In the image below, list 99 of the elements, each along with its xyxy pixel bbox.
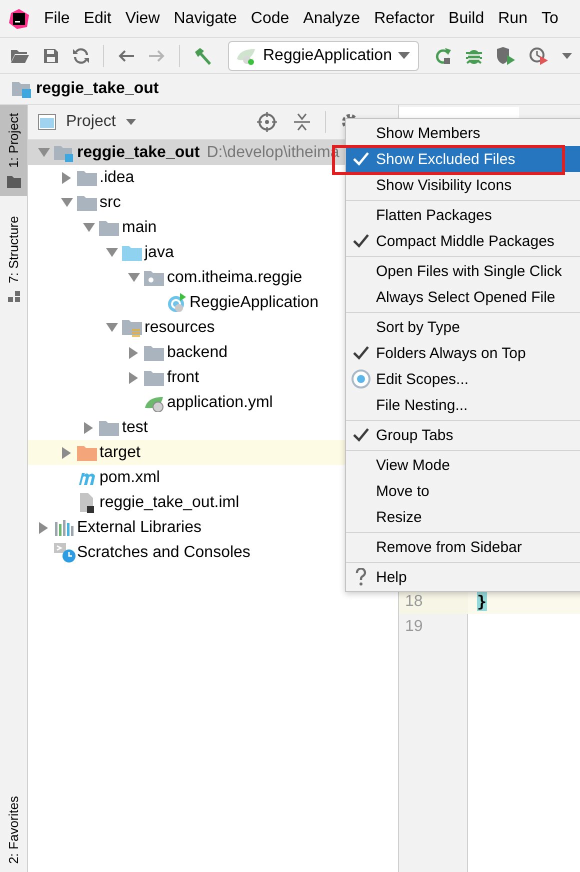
sync-icon[interactable] [72,46,90,64]
class-icon [166,292,186,312]
menu-option[interactable]: Always Select Opened File [346,284,580,310]
expanded-arrow-icon[interactable] [83,222,95,232]
line-number: 19 [405,618,423,636]
tree-item-label: com.itheima.reggie [167,268,302,286]
tree-item-label: .idea [100,168,134,186]
open-folder-icon[interactable] [10,48,30,64]
tool-window-button[interactable]: 2: Favorites [0,788,27,872]
menu-option[interactable]: Show Excluded Files [346,146,580,172]
collapsed-arrow-icon[interactable] [39,522,49,534]
menu-option[interactable]: Folders Always on Top [346,340,580,366]
caret-icon [398,52,410,60]
menu-item[interactable]: View [119,10,168,28]
app-logo-icon[interactable] [9,8,29,28]
menu-option[interactable]: Sort by Type [346,314,580,340]
folder-icon [76,444,96,460]
folder-icon [76,194,96,210]
collapsed-arrow-icon[interactable] [62,172,72,184]
expanded-arrow-icon[interactable] [106,322,118,332]
menu-item[interactable]: Refactor [368,10,443,28]
tree-item-label: External Libraries [77,518,202,536]
run-configuration-dropdown[interactable]: ReggieApplication [228,40,419,70]
menu-option[interactable]: File Nesting... [346,392,580,418]
menu-option[interactable]: Remove from Sidebar [346,534,580,560]
spring-icon [235,46,257,64]
tree-item-label: backend [167,344,228,362]
folder-icon [99,220,119,236]
tree-item-label: src [100,194,121,212]
expanded-arrow-icon[interactable] [106,248,118,258]
menu-option[interactable]: Show Visibility Icons [346,172,580,198]
folder-icon [76,170,96,186]
help-icon [355,568,367,586]
caret-icon[interactable] [126,119,136,125]
tool-window-button[interactable]: 7: Structure [0,208,27,312]
menu-item[interactable]: Code [244,10,298,28]
tree-item-label: ReggieApplication [190,294,318,312]
collapsed-arrow-icon[interactable] [129,346,139,358]
menu-option[interactable]: Flatten Packages [346,202,580,228]
tree-item-label: reggie_take_out [77,144,200,162]
collapsed-arrow-icon[interactable] [129,372,139,384]
code-text: } [477,592,487,611]
folder-icon [144,344,164,360]
save-icon[interactable] [43,48,59,64]
module-folder-icon [12,80,32,98]
tree-item-label: reggie_take_out.iml [100,494,240,512]
caret-icon[interactable] [562,52,572,58]
tree-item-label: Scratches and Consoles [77,544,250,562]
tree-item-label: main [122,218,157,236]
libraries-icon [54,520,74,536]
back-arrow-icon[interactable] [117,48,135,62]
panel-title-dropdown[interactable]: Project [66,113,116,131]
folder-icon [6,176,20,188]
menu-option[interactable]: Edit Scopes... [346,366,580,392]
menu-item[interactable]: Navigate [168,10,245,28]
scratches-icon [54,542,76,562]
crosshair-icon[interactable] [257,112,277,132]
breadcrumb-item[interactable]: reggie_take_out [36,80,159,98]
collapse-all-icon[interactable] [293,113,311,131]
tool-window-button[interactable]: 1: Project [0,105,27,196]
menu-option[interactable]: Help [346,564,580,590]
menu-item[interactable]: To [535,10,566,28]
folder-icon [144,370,164,386]
tree-item-label: target [100,444,140,462]
module-folder-icon [54,144,74,162]
menu-item[interactable]: Edit [78,10,120,28]
expanded-arrow-icon[interactable] [128,272,140,282]
menu-item[interactable]: Run [492,10,536,28]
menu-option[interactable]: Open Files with Single Click [346,258,580,284]
expanded-arrow-icon[interactable] [60,198,72,208]
menu-option[interactable]: Group Tabs [346,422,580,448]
menu-item[interactable]: Build [442,10,492,28]
menu-item[interactable]: Analyze [297,10,368,28]
hammer-icon[interactable] [193,46,213,64]
expanded-arrow-icon[interactable] [38,148,50,158]
profiler-icon[interactable] [528,46,549,64]
resources-folder-icon [122,318,142,336]
tree-item-label: test [122,418,148,436]
folder-icon [99,420,119,436]
structure-icon [8,291,20,304]
window-icon [38,114,56,130]
forward-arrow-icon[interactable] [148,48,166,62]
tree-item-label: resources [144,318,215,336]
tree-item-label: pom.xml [100,468,160,486]
tree-item-label: front [167,368,200,386]
shield-run-icon[interactable] [496,46,516,64]
menu-option[interactable]: Compact Middle Packages [346,228,580,254]
collapsed-arrow-icon[interactable] [84,422,94,434]
rerun-icon[interactable] [434,46,452,64]
line-number: 18 [405,592,423,610]
tree-item-label: application.yml [167,394,273,412]
package-folder-icon [144,270,164,286]
menu-option[interactable]: Resize [346,504,580,530]
folder-icon [122,244,142,260]
menu-option[interactable]: Move to [346,478,580,504]
collapsed-arrow-icon[interactable] [62,446,72,458]
tree-item-label: java [144,244,174,262]
scope-icon [351,369,371,389]
menu-item[interactable]: File [38,10,78,28]
